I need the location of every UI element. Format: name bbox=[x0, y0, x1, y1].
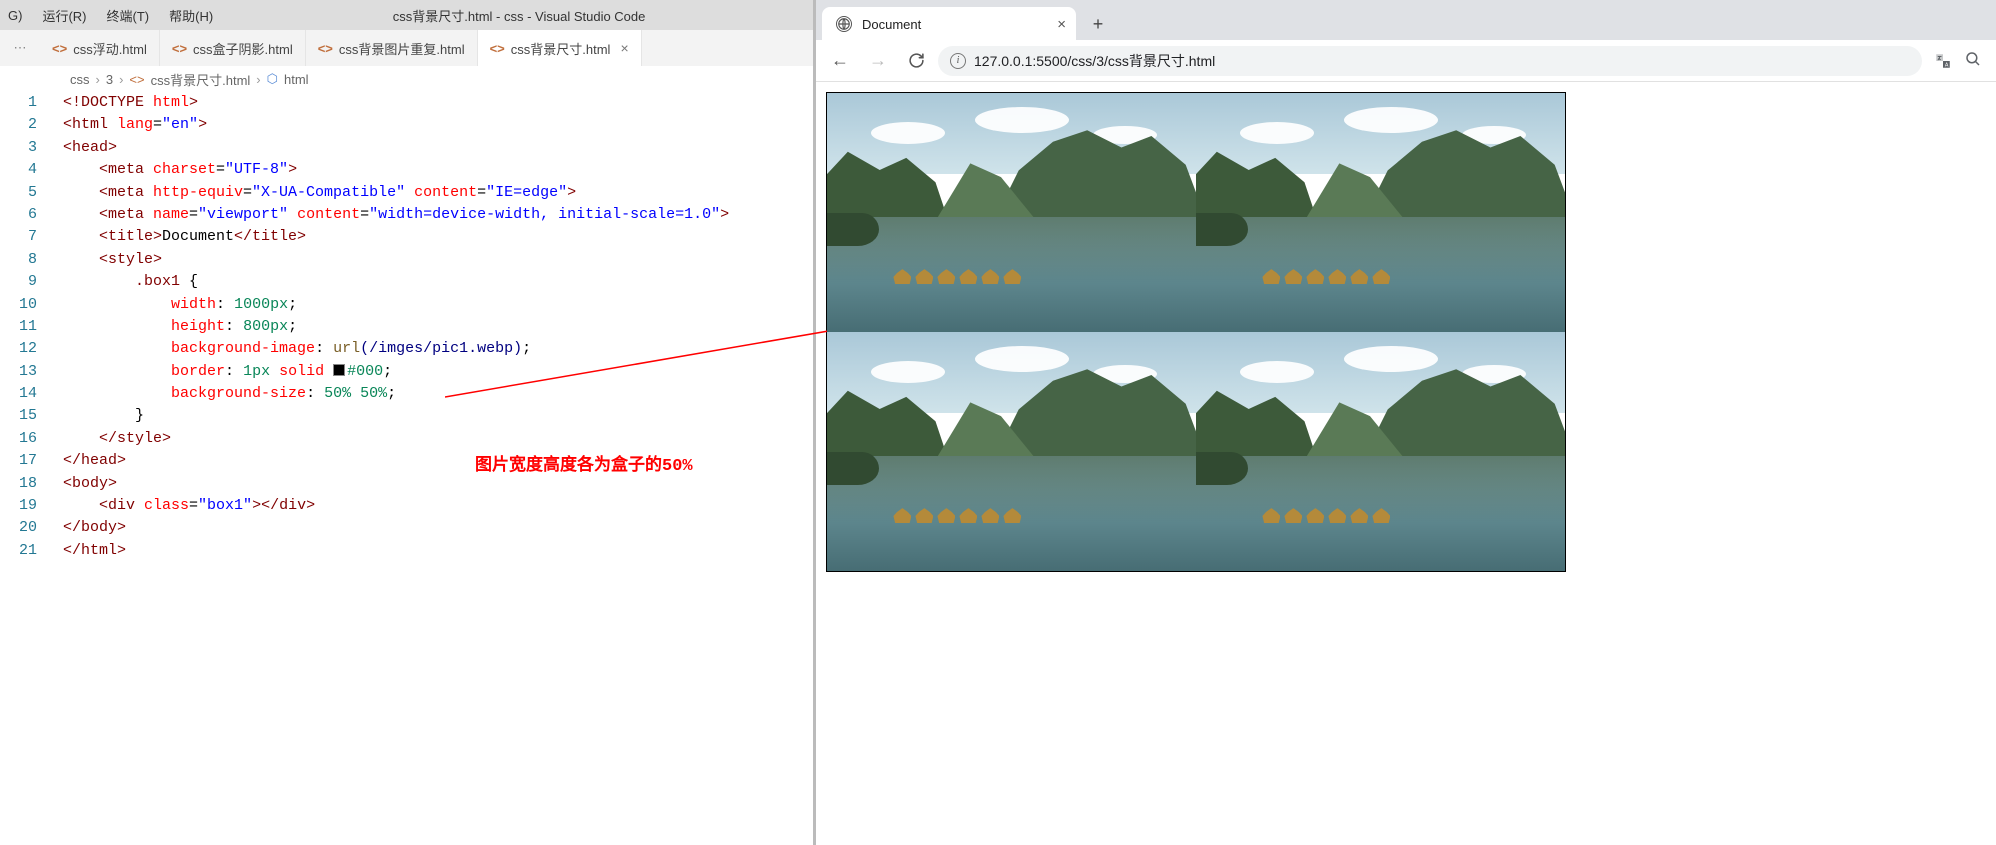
menu-help[interactable]: 帮助(H) bbox=[169, 6, 213, 25]
tab-label: css盒子阴影.html bbox=[193, 39, 293, 58]
html-file-icon: <> bbox=[318, 41, 333, 56]
line-number: 1 bbox=[0, 92, 37, 114]
browser-toolbar: ← → i 127.0.0.1:5500/css/3/css背景尺寸.html … bbox=[816, 40, 1996, 82]
browser-tab-title: Document bbox=[862, 17, 1047, 32]
line-number: 21 bbox=[0, 540, 37, 562]
cube-icon: ⬡ bbox=[267, 71, 278, 87]
window-title: css背景尺寸.html - css - Visual Studio Code bbox=[233, 6, 805, 25]
line-number: 14 bbox=[0, 383, 37, 405]
bg-tile bbox=[827, 93, 1196, 332]
breadcrumb-seg[interactable]: css背景尺寸.html bbox=[151, 70, 251, 89]
color-swatch-icon[interactable] bbox=[333, 364, 345, 376]
chevron-right-icon: › bbox=[96, 72, 100, 87]
tab-label: css浮动.html bbox=[73, 39, 147, 58]
close-icon[interactable]: × bbox=[620, 40, 628, 56]
html-file-icon: <> bbox=[129, 72, 144, 87]
line-number: 6 bbox=[0, 204, 37, 226]
annotation-text: 图片宽度高度各为盒子的50% bbox=[475, 450, 693, 476]
url-text: 127.0.0.1:5500/css/3/css背景尺寸.html bbox=[974, 51, 1215, 71]
line-number: 17 bbox=[0, 450, 37, 472]
tab-css-box-shadow[interactable]: <> css盒子阴影.html bbox=[160, 30, 306, 66]
line-number: 10 bbox=[0, 294, 37, 316]
forward-button[interactable]: → bbox=[862, 45, 894, 77]
bg-tile bbox=[1196, 332, 1565, 571]
vscode-window: G) 运行(R) 终端(T) 帮助(H) css背景尺寸.html - css … bbox=[0, 0, 816, 845]
line-gutter: 1 2 3 4 5 6 7 8 9 10 11 12 13 14 15 16 1… bbox=[0, 92, 55, 845]
bg-tile bbox=[827, 332, 1196, 571]
tabs-overflow[interactable]: ⋯ bbox=[0, 30, 40, 66]
line-number: 2 bbox=[0, 114, 37, 136]
new-tab-button[interactable]: + bbox=[1084, 10, 1112, 38]
tab-css-bg-repeat[interactable]: <> css背景图片重复.html bbox=[306, 30, 478, 66]
browser-window: Document × + ← → i 127.0.0.1:5500/css/3/… bbox=[816, 0, 1996, 845]
breadcrumb[interactable]: css › 3 › <> css背景尺寸.html › ⬡ html bbox=[0, 66, 813, 92]
rendered-box1 bbox=[826, 92, 1566, 572]
tab-css-bg-size[interactable]: <> css背景尺寸.html × bbox=[478, 30, 642, 66]
tab-css-float[interactable]: <> css浮动.html bbox=[40, 30, 160, 66]
chevron-right-icon: › bbox=[119, 72, 123, 87]
browser-viewport[interactable] bbox=[816, 82, 1996, 845]
browser-tab[interactable]: Document × bbox=[822, 7, 1076, 41]
line-number: 19 bbox=[0, 495, 37, 517]
titlebar: G) 运行(R) 终端(T) 帮助(H) css背景尺寸.html - css … bbox=[0, 0, 813, 30]
line-number: 8 bbox=[0, 249, 37, 271]
html-file-icon: <> bbox=[52, 41, 67, 56]
editor-tabs: ⋯ <> css浮动.html <> css盒子阴影.html <> css背景… bbox=[0, 30, 813, 66]
address-bar[interactable]: i 127.0.0.1:5500/css/3/css背景尺寸.html bbox=[938, 46, 1922, 76]
search-icon[interactable] bbox=[1964, 50, 1982, 71]
reload-button[interactable] bbox=[900, 45, 932, 77]
code-editor[interactable]: 1 2 3 4 5 6 7 8 9 10 11 12 13 14 15 16 1… bbox=[0, 92, 813, 845]
svg-text:A: A bbox=[1945, 62, 1949, 68]
menu-terminal[interactable]: 终端(T) bbox=[107, 6, 150, 25]
menu-g[interactable]: G) bbox=[8, 8, 22, 23]
line-number: 4 bbox=[0, 159, 37, 181]
line-number: 3 bbox=[0, 137, 37, 159]
line-number: 5 bbox=[0, 182, 37, 204]
translate-icon[interactable]: A bbox=[1934, 52, 1952, 70]
line-number: 16 bbox=[0, 428, 37, 450]
line-number: 15 bbox=[0, 405, 37, 427]
close-icon[interactable]: × bbox=[1057, 16, 1066, 33]
chevron-right-icon: › bbox=[256, 72, 260, 87]
line-number: 12 bbox=[0, 338, 37, 360]
line-number: 20 bbox=[0, 517, 37, 539]
html-file-icon: <> bbox=[490, 41, 505, 56]
breadcrumb-seg[interactable]: css bbox=[70, 72, 90, 87]
line-number: 9 bbox=[0, 271, 37, 293]
tab-label: css背景图片重复.html bbox=[339, 39, 465, 58]
breadcrumb-seg[interactable]: html bbox=[284, 72, 309, 87]
tab-label: css背景尺寸.html bbox=[511, 39, 611, 58]
globe-icon bbox=[836, 16, 852, 32]
line-number: 13 bbox=[0, 361, 37, 383]
bg-tile bbox=[1196, 93, 1565, 332]
back-button[interactable]: ← bbox=[824, 45, 856, 77]
line-number: 7 bbox=[0, 226, 37, 248]
html-file-icon: <> bbox=[172, 41, 187, 56]
line-number: 11 bbox=[0, 316, 37, 338]
menu-run[interactable]: 运行(R) bbox=[42, 6, 86, 25]
code-area[interactable]: <!DOCTYPE html> <html lang="en"> <head> … bbox=[55, 92, 813, 845]
browser-tabstrip: Document × + bbox=[816, 0, 1996, 40]
line-number: 18 bbox=[0, 473, 37, 495]
site-info-icon[interactable]: i bbox=[950, 53, 966, 69]
breadcrumb-seg[interactable]: 3 bbox=[106, 72, 113, 87]
